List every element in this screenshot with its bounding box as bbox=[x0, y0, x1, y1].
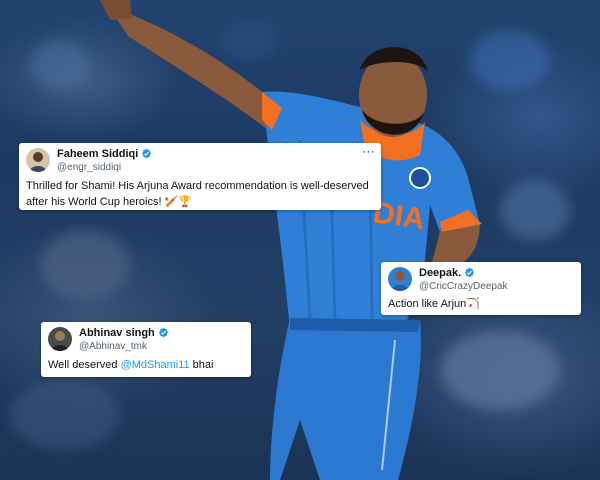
author-handle[interactable]: @engr_siddiqi bbox=[57, 162, 121, 173]
tweet-text-before: Well deserved bbox=[48, 359, 121, 371]
tweet-text: Well deserved @MdShami11 bhai bbox=[48, 357, 246, 373]
tweet-text: Action like Arjun🏹 bbox=[388, 298, 480, 310]
author-name: Abhinav singh bbox=[79, 327, 169, 339]
verified-badge-icon bbox=[142, 148, 152, 159]
author-name: Faheem Siddiqi bbox=[57, 148, 152, 160]
avatar bbox=[388, 267, 412, 291]
author-name: Deepak. bbox=[419, 267, 475, 279]
author-handle[interactable]: @CricCrazyDeepak bbox=[419, 281, 508, 292]
tweet-card-abhinav[interactable]: Abhinav singh @Abhinav_tmk Well deserved… bbox=[41, 322, 251, 377]
tweet-card-deepak[interactable]: Deepak. @CricCrazyDeepak Action like Arj… bbox=[381, 262, 581, 315]
verified-badge-icon bbox=[465, 267, 475, 278]
cricket-player-celebrating: DIA bbox=[100, 0, 482, 480]
avatar bbox=[26, 148, 50, 172]
tweet-text: Thrilled for Shami! His Arjuna Award rec… bbox=[26, 180, 369, 208]
verified-badge-icon bbox=[158, 327, 168, 338]
author-handle[interactable]: @Abhinav_tmk bbox=[79, 341, 147, 352]
more-options-icon[interactable]: ⋯ bbox=[362, 144, 375, 160]
tweet-card-faheem[interactable]: Faheem Siddiqi @engr_siddiqi ⋯ Thrilled … bbox=[19, 143, 381, 210]
mention-link[interactable]: @MdShami11 bbox=[121, 359, 190, 371]
avatar bbox=[48, 327, 72, 351]
tweet-text-after: bhai bbox=[189, 359, 214, 371]
